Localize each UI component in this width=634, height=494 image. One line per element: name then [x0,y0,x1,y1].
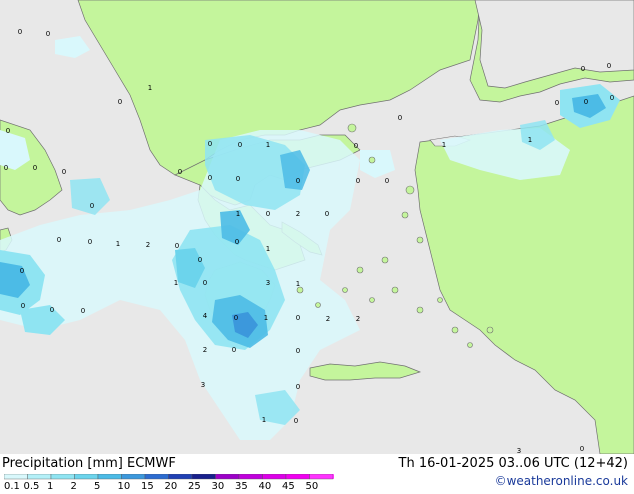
legend-swatch [309,473,334,480]
legend-swatch [27,473,52,480]
legend-swatch [97,473,122,480]
legend-swatch [215,473,240,480]
precip-value-label: 0 [198,256,202,264]
precip-value-label: 0 [296,177,300,185]
precip-value-label: 0 [208,140,212,148]
legend-tick-label: 35 [235,481,248,490]
precip-value-label: 3 [517,447,521,454]
precip-value-label: 0 [296,347,300,355]
precip-value-label: 2 [326,315,330,323]
legend-tick-label: 45 [282,481,295,490]
precip-value-label: 0 [62,168,66,176]
precip-value-label: 1 [528,136,532,144]
legend-swatch [74,473,99,480]
precip-value-label: 0 [33,164,37,172]
legend-swatch [144,473,169,480]
precip-value-label: 0 [235,238,239,246]
legend-tick-label: 25 [188,481,201,490]
precip-value-label: 0 [175,242,179,250]
precip-value-label: 0 [296,383,300,391]
legend-tick-label: 15 [141,481,154,490]
precip-value-label: 0 [178,168,182,176]
legend-swatch [3,473,28,480]
precip-value-label: 3 [201,381,205,389]
precip-value-label: 0 [385,177,389,185]
precip-value-label: 0 [236,175,240,183]
legend-tick-label: 10 [118,481,131,490]
legend-tick-label: 1 [47,481,53,490]
precip-value-label: 0 [203,279,207,287]
precip-value-label: 0 [581,65,585,73]
precip-value-label: 1 [266,141,270,149]
precip-value-label: 0 [208,174,212,182]
precip-value-label: 3 [266,279,270,287]
precip-value-label: 0 [4,164,8,172]
precip-value-label: 0 [46,30,50,38]
legend-swatch [238,473,263,480]
precip-value-label: 0 [555,99,559,107]
precip-value-label: 0 [234,314,238,322]
precip-value-label: 0 [266,210,270,218]
precip-value-label: 0 [21,302,25,310]
legend-tick-label: 20 [165,481,178,490]
precip-value-label: 0 [18,28,22,36]
precip-value-label: 0 [57,236,61,244]
legend-tick-label: 0.5 [24,481,40,490]
precip-value-label: 0 [20,267,24,275]
legend-tick-label: 40 [259,481,272,490]
precip-value-label: 0 [232,346,236,354]
precip-value-label: 1 [296,280,300,288]
legend-tick-label: 30 [212,481,225,490]
credit-link[interactable]: ©weatheronline.co.uk [495,474,628,488]
precip-value-label: 1 [148,84,152,92]
legend-arrow [333,474,341,479]
precipitation-map: 0 0 0 0 0 0 0 1 0 0 0 0 0 0 0 1 0 2 0 0 0 1 2 0 1 0 0 0 0 1 0 3 1 4 0 1 0 2 2 2… [0,0,634,454]
precip-value-label: 0 [6,127,10,135]
legend-bar: 0.1 0.5 1 2 5 10 15 20 25 30 35 40 45 50 [3,473,341,492]
precip-value-label: 0 [354,142,358,150]
map-title: Precipitation [mm] ECMWF [2,456,176,471]
precip-value-label: 0 [580,445,584,453]
precip-value-label: 2 [203,346,207,354]
precip-value-label: 1 [116,240,120,248]
precip-value-label: 1 [264,314,268,322]
legend-tick-label: 2 [71,481,77,490]
precip-value-label: 2 [296,210,300,218]
legend-swatch [121,473,146,480]
precip-value-label: 0 [81,307,85,315]
legend-swatch [168,473,193,480]
validity-time: Th 16-01-2025 03..06 UTC (12+42) [398,456,629,471]
legend-swatch [262,473,287,480]
precip-value-label: 1 [236,210,240,218]
legend-tick-label: 5 [94,481,100,490]
precip-value-label: 2 [146,241,150,249]
precip-value-label: 1 [266,245,270,253]
legend-swatch [50,473,75,480]
map-footer: Precipitation [mm] ECMWF Th 16-01-2025 0… [0,454,634,492]
precip-value-label: 0 [294,417,298,425]
precip-value-label: 0 [325,210,329,218]
precip-value-label: 0 [88,238,92,246]
legend-tick-label: 50 [306,481,319,490]
precip-value-label: 0 [90,202,94,210]
legend-tick-label: 0.1 [4,481,20,490]
precip-value-label: 0 [398,114,402,122]
legend-swatch [191,473,216,480]
precip-value-label: 0 [607,62,611,70]
precip-value-label: 0 [356,177,360,185]
precip-value-label: 2 [356,315,360,323]
precip-value-label: 1 [174,279,178,287]
color-legend: 0.1 0.5 1 2 5 10 15 20 25 30 35 40 45 50 [3,473,341,492]
precip-value-label: 4 [203,312,208,320]
precip-value-label: 1 [262,416,266,424]
precip-value-label: 0 [118,98,122,106]
precip-value-label: 1 [442,141,446,149]
legend-swatch [285,473,310,480]
precip-value-label: 0 [584,98,588,106]
precip-value-label: 0 [238,141,242,149]
precip-value-label: 0 [610,94,614,102]
precip-value-label: 0 [50,306,54,314]
precip-value-label: 0 [296,314,300,322]
